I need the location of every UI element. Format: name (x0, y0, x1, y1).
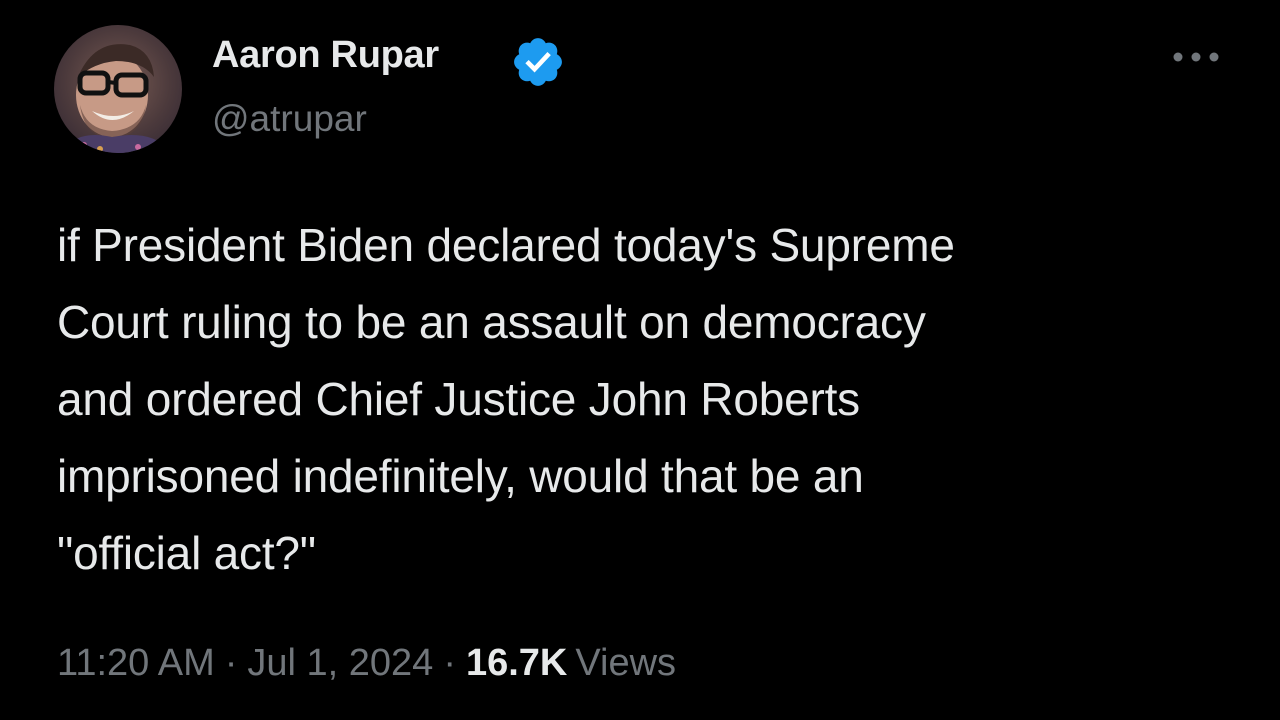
separator: · (443, 642, 456, 684)
views-count[interactable]: 16.7K (466, 642, 567, 684)
tweet-time[interactable]: 11:20 AM (57, 642, 215, 684)
tweet-metadata: 11:20 AM · Jul 1, 2024 · 16.7K Views (57, 642, 676, 685)
separator: · (224, 642, 238, 684)
author-name[interactable]: Aaron Rupar (212, 34, 439, 77)
verified-badge-icon (510, 34, 566, 90)
more-horizontal-icon (1173, 52, 1219, 62)
tweet-date[interactable]: Jul 1, 2024 (247, 642, 433, 684)
tweet-text: if President Biden declared today's Supr… (57, 219, 955, 579)
avatar[interactable] (54, 25, 182, 153)
more-options-button[interactable] (1166, 40, 1226, 74)
tweet-card: Aaron Rupar @atrupar if President Biden … (0, 0, 1280, 720)
author-handle[interactable]: @atrupar (212, 98, 367, 140)
views-label: Views (575, 642, 677, 684)
